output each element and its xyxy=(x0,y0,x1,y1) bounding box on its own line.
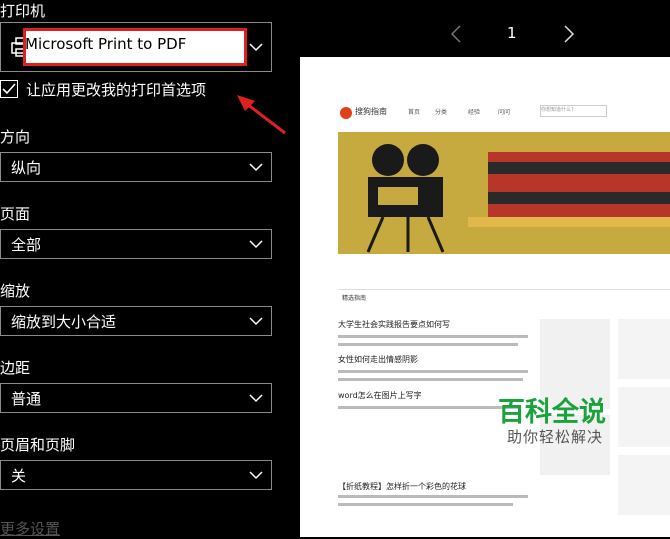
scale-label: 缩放 xyxy=(0,282,31,300)
article-excerpt xyxy=(338,406,518,409)
article-excerpt xyxy=(338,503,513,506)
film-banner-image xyxy=(338,132,670,254)
article-excerpt xyxy=(338,370,528,373)
chevron-down-icon xyxy=(249,317,263,326)
page-number: 1 xyxy=(507,24,517,42)
chevron-right-icon[interactable] xyxy=(563,25,575,43)
chevron-down-icon xyxy=(249,471,263,480)
article-title: 女性如何走出情感阴影 xyxy=(338,355,418,364)
header-footer-label: 页眉和页脚 xyxy=(0,436,76,454)
preview-page: 搜狗指南 首页 分类 经验 问问 你想知道什么? 精选指南 大学生社会实践报告要… xyxy=(300,57,670,537)
preferences-checkbox-label: 让应用更改我的打印首选项 xyxy=(26,81,207,99)
article-excerpt xyxy=(338,378,523,381)
watermark-title: 百科全说 xyxy=(498,397,606,428)
chevron-down-icon xyxy=(249,43,263,52)
orientation-select[interactable]: 纵向 xyxy=(0,152,272,182)
pages-value: 全部 xyxy=(11,235,42,254)
watermark-subtitle: 助你轻松解决 xyxy=(507,428,604,446)
header-footer-value: 关 xyxy=(11,466,27,485)
chevron-down-icon xyxy=(249,394,263,403)
nav-item: 分类 xyxy=(435,109,448,116)
site-logo: 搜狗指南 xyxy=(355,107,387,116)
article-excerpt xyxy=(338,343,518,346)
article-excerpt xyxy=(338,335,528,338)
article-title: word怎么在图片上写字 xyxy=(338,391,422,400)
tab-divider xyxy=(338,289,670,290)
sidebar-block xyxy=(618,455,670,515)
pages-select[interactable]: 全部 xyxy=(0,229,272,259)
article-title: 大学生社会实践报告要点如何写 xyxy=(338,320,450,329)
chevron-down-icon xyxy=(249,163,263,172)
article-title: 【折纸教程】怎样折一个彩色的花球 xyxy=(338,482,466,491)
nav-item: 经验 xyxy=(468,109,481,116)
printer-select[interactable]: Microsoft Print to PDF xyxy=(0,22,272,72)
tab-featured: 精选指南 xyxy=(342,295,367,302)
preferences-checkbox[interactable] xyxy=(0,80,18,98)
scale-value: 缩放到大小合适 xyxy=(11,312,117,331)
printer-name: Microsoft Print to PDF xyxy=(25,35,187,53)
margins-label: 边距 xyxy=(0,359,31,377)
printer-label: 打印机 xyxy=(0,2,46,20)
sidebar-block xyxy=(618,319,670,379)
orientation-label: 方向 xyxy=(0,128,31,146)
chevron-left-icon[interactable] xyxy=(450,25,462,43)
chevron-down-icon xyxy=(249,240,263,249)
margins-select[interactable]: 普通 xyxy=(0,383,272,413)
article-excerpt xyxy=(338,495,528,498)
sidebar-block xyxy=(618,387,670,447)
print-settings-panel: 打印机 Microsoft Print to PDF 让应用更改我的打印首选项 … xyxy=(0,0,300,539)
page-navigator: 1 xyxy=(450,20,580,50)
nav-item: 首页 xyxy=(408,109,421,116)
pages-label: 页面 xyxy=(0,205,31,223)
red-arrow-annotation xyxy=(237,95,286,135)
checkmark-icon xyxy=(2,83,16,95)
header-footer-select[interactable]: 关 xyxy=(0,460,272,490)
more-settings-link[interactable]: 更多设置 xyxy=(0,518,60,539)
scale-select[interactable]: 缩放到大小合适 xyxy=(0,306,272,336)
orientation-value: 纵向 xyxy=(11,158,42,177)
print-preview-area: 1 搜狗指南 首页 分类 经验 问问 你想知道什么? 精选指南 大学生社会实践报… xyxy=(300,0,670,537)
margins-value: 普通 xyxy=(11,389,42,408)
site-search-input: 你想知道什么? xyxy=(540,105,607,117)
nav-item: 问问 xyxy=(498,109,511,116)
site-logo-icon xyxy=(340,107,352,119)
